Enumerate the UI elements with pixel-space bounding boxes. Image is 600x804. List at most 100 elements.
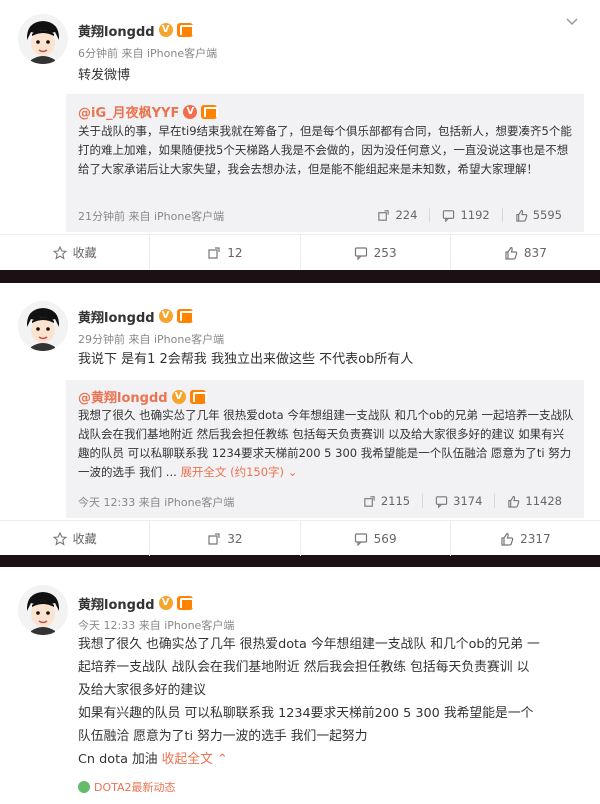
post-text-line: 如果有兴趣的队员 可以私聊联系我 1234要求天梯前200 5 300 我希望能… [78, 706, 534, 721]
topic-link[interactable]: DOTA2最新动态 [78, 779, 176, 795]
avatar[interactable] [18, 14, 68, 64]
quoted-text-body: 我想了很久 也确实怂了几年 很热爱dota 今年想组建一支战队 和几个ob的兄弟… [78, 408, 574, 479]
post-card: 黄翔longdd V 29分钟前 来自 iPhone客户端 我说下 是有1 2会… [0, 283, 600, 556]
quoted-meta: 21分钟前 来自 iPhone客户端 [78, 210, 225, 223]
repost-button[interactable]: 12 [149, 235, 299, 270]
quoted-comment-count: 1192 [460, 208, 490, 222]
chevron-down-icon[interactable]: ⌄ [288, 465, 298, 479]
avatar-image [18, 585, 68, 635]
repost-count: 32 [227, 531, 243, 546]
quoted-stats: 224 1192 5595 [365, 208, 574, 222]
quoted-text: 关于战队的事，早在ti9结束我就在筹备了，但是每个俱乐部都有合同，包括新人，想要… [78, 124, 572, 176]
comment-count: 253 [373, 245, 397, 260]
quoted-repost[interactable]: 224 [365, 208, 429, 222]
post-text-line: 起培养一支战队 战队会在我们基地附近 然后我会担任教练 包括每天负责赛训 以 [78, 660, 530, 675]
member-crown-icon[interactable] [176, 596, 194, 610]
quoted-like[interactable]: 5595 [501, 208, 574, 222]
star-icon [52, 531, 67, 546]
like-icon [505, 246, 518, 260]
like-count: 837 [523, 245, 547, 260]
collect-label: 收藏 [72, 246, 97, 260]
post-text: 我想了很久 也确实怂了几年 很热爱dota 今年想组建一支战队 和几个ob的兄弟… [78, 633, 578, 771]
post-text-line: 队伍融洽 愿意为了ti 努力一波的选手 我们一起努力 [78, 729, 368, 744]
comment-button[interactable]: 253 [299, 235, 450, 270]
username[interactable]: 黄翔longdd [78, 21, 155, 40]
avatar[interactable] [18, 301, 68, 351]
verified-v-icon: V [183, 104, 198, 119]
quoted-comment[interactable]: 1192 [429, 208, 501, 222]
like-count: 2317 [520, 531, 551, 546]
collect-label: 收藏 [72, 532, 97, 546]
action-bar: 收藏 32 569 2317 [0, 520, 600, 556]
quoted-username[interactable]: @iG_月夜枫YYF [78, 102, 179, 121]
quoted-repost[interactable]: 2115 [351, 494, 422, 508]
member-crown-icon[interactable] [176, 309, 194, 323]
collapse-full-link[interactable]: 收起全文 [162, 752, 213, 767]
post-meta: 29分钟前 来自 iPhone客户端 [78, 333, 225, 346]
collect-button[interactable]: 收藏 [0, 521, 149, 556]
post-text-line: 及给大家很多好的建议 [78, 683, 206, 698]
quoted-post: @黄翔longdd V 我想了很久 也确实怂了几年 很热爱dota 今年想组建一… [66, 380, 584, 518]
post-text-last-line: Cn dota 加油 收起全文 ⌃ [78, 748, 578, 771]
quoted-repost-count: 2115 [380, 494, 411, 508]
topic-label: DOTA2最新动态 [94, 781, 176, 794]
post-text-line: 我想了很久 也确实怂了几年 很热爱dota 今年想组建一支战队 和几个ob的兄弟… [78, 637, 540, 652]
star-icon [52, 245, 67, 260]
expand-count[interactable]: (约150字) [230, 465, 284, 479]
verified-v-icon: V [158, 309, 173, 323]
member-crown-icon[interactable] [201, 104, 219, 119]
repost-icon [364, 495, 375, 507]
username[interactable]: 黄翔longdd [78, 307, 155, 326]
post-meta: 今天 12:33 来自 iPhone客户端 [78, 619, 235, 632]
quoted-comment-count: 3174 [453, 494, 483, 508]
like-icon [501, 532, 514, 546]
post-text: 我说下 是有1 2会帮我 我独立出来做这些 不代表ob所有人 [78, 352, 414, 367]
comment-icon [443, 209, 455, 222]
repost-count: 12 [227, 245, 243, 260]
quoted-like-count: 11428 [525, 494, 562, 508]
repost-icon [208, 532, 220, 545]
repost-icon [378, 209, 390, 221]
collect-button[interactable]: 收藏 [0, 235, 149, 270]
member-crown-icon[interactable] [189, 389, 207, 404]
post-card: 黄翔longdd V 今天 12:33 来自 iPhone客户端 我想了很久 也… [0, 567, 600, 804]
avatar[interactable] [18, 585, 68, 635]
repost-icon [208, 246, 220, 259]
post-text: 转发微博 [78, 68, 131, 83]
like-icon [508, 495, 520, 508]
comment-icon [435, 495, 448, 508]
expand-full-link[interactable]: 展开全文 [180, 465, 226, 479]
like-button[interactable]: 837 [449, 235, 600, 270]
quoted-post: @iG_月夜枫YYF V 关于战队的事，早在ti9结束我就在筹备了，但是每个俱乐… [66, 94, 584, 232]
comment-icon [354, 246, 367, 260]
repost-button[interactable]: 32 [149, 521, 299, 556]
quoted-stats: 2115 3174 11428 [351, 494, 574, 508]
verified-v-icon: V [158, 596, 173, 610]
post-meta: 6分钟前 来自 iPhone客户端 [78, 47, 218, 60]
quoted-username[interactable]: @黄翔longdd [78, 387, 168, 406]
username[interactable]: 黄翔longdd [78, 594, 155, 613]
user-row: 黄翔longdd V [78, 306, 194, 326]
member-crown-icon[interactable] [176, 23, 194, 37]
avatar-image [18, 14, 68, 64]
comment-count: 569 [373, 531, 397, 546]
quoted-text: 我想了很久 也确实怂了几年 很热爱dota 今年想组建一支战队 和几个ob的兄弟… [78, 406, 574, 482]
action-bar: 收藏 12 253 837 [0, 234, 600, 270]
post-text-line: Cn dota 加油 [78, 752, 158, 767]
quoted-like-count: 5595 [532, 208, 562, 222]
like-icon [516, 209, 528, 222]
verified-v-icon: V [158, 23, 173, 37]
like-button[interactable]: 2317 [449, 521, 600, 556]
quoted-like[interactable]: 11428 [494, 494, 574, 508]
user-row: 黄翔longdd V [78, 20, 194, 40]
chevron-up-icon[interactable]: ⌃ [217, 752, 228, 767]
post-card: 黄翔longdd V 6分钟前 来自 iPhone客户端 转发微博 @iG_月夜… [0, 0, 600, 270]
chevron-down-icon[interactable] [566, 16, 578, 28]
quoted-comment[interactable]: 3174 [422, 494, 494, 508]
avatar-image [18, 301, 68, 351]
quoted-meta: 今天 12:33 来自 iPhone客户端 [78, 496, 235, 509]
comment-icon [354, 532, 367, 546]
comment-button[interactable]: 569 [299, 521, 450, 556]
topic-icon [78, 781, 90, 793]
verified-v-icon: V [171, 389, 186, 404]
